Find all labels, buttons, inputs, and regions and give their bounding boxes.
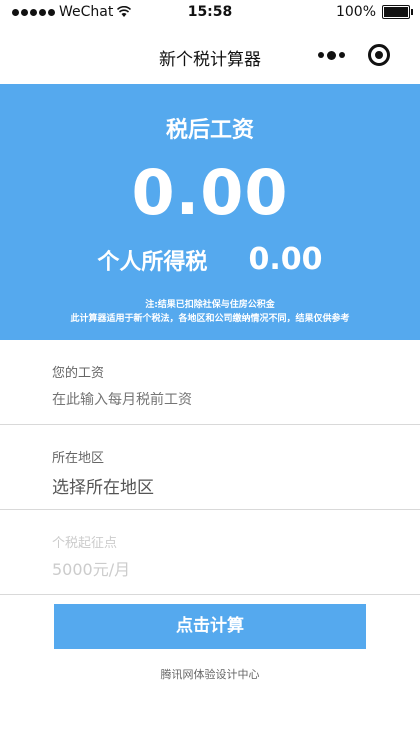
result-panel: 税后工资 0.00 个人所得税 0.00 注:结果已扣除社保与住房公积金 此计算… — [0, 84, 420, 340]
region-picker[interactable]: 选择所在地区 — [52, 473, 372, 498]
after-tax-salary-amount: 0.00 — [131, 156, 289, 229]
note-line-2: 此计算器适用于新个税法，各地区和公司缴纳情况不同，结果仅供参考 — [70, 314, 350, 324]
income-tax-value: 0.00 — [248, 242, 323, 277]
salary-label: 您的工资 — [52, 366, 105, 381]
status-bar: WeChat 15:58 100% — [0, 0, 420, 26]
after-tax-salary-label: 税后工资 — [165, 118, 254, 143]
note-line-1: 注:结果已扣除社保与住房公积金 — [145, 300, 275, 310]
threshold-value: 5000元/月 — [52, 560, 131, 579]
nav-bar: 新个税计算器 — [0, 26, 420, 84]
salary-input[interactable] — [52, 392, 372, 408]
disclaimer-notes: 注:结果已扣除社保与住房公积金 此计算器适用于新个税法，各地区和公司缴纳情况不同… — [0, 298, 420, 326]
status-right: 100% — [335, 4, 413, 20]
salary-field: 您的工资 — [0, 340, 420, 425]
threshold-label: 个税起征点 — [52, 536, 118, 551]
region-field[interactable]: 所在地区 选择所在地区 — [0, 425, 420, 510]
target-close-icon[interactable] — [368, 44, 390, 66]
income-tax-row: 个人所得税 0.00 — [0, 242, 420, 277]
threshold-field: 个税起征点 5000元/月 — [0, 510, 420, 595]
calculate-button[interactable]: 点击计算 — [54, 604, 366, 649]
battery-percent: 100% — [335, 4, 376, 20]
battery-icon — [382, 5, 413, 19]
income-tax-label: 个人所得税 — [97, 250, 208, 275]
footer-credit: 腾讯网体验设计中心 — [160, 668, 260, 681]
more-dots-icon[interactable] — [318, 50, 345, 60]
mini-program-capsule — [306, 40, 396, 70]
region-label: 所在地区 — [52, 451, 105, 466]
